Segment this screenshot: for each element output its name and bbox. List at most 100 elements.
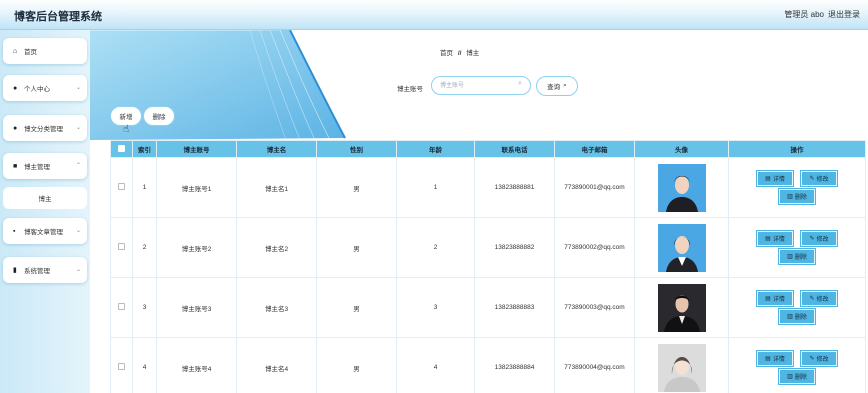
chevron-down-icon: ⌄ [75,267,81,273]
breadcrumb-current: 博主 [466,50,480,57]
top-bar: 博客后台管理系统 管理员 abo 退出登录 [0,0,868,30]
table-row: 2 博主账号2 博主名2 男 2 13823888882 773890002@q… [110,217,866,278]
row-checkbox[interactable] [110,157,133,218]
cell-account: 博主账号4 [156,337,237,393]
delete-label: 删除 [794,255,807,261]
current-user: 管理员 abo [784,10,824,19]
cell-age: 2 [396,217,475,278]
header-age: 年龄 [396,140,475,158]
logout-link[interactable]: 退出登录 [828,9,868,20]
edit-icon: ✎ [809,236,815,242]
edit-button[interactable]: ✎ 修改 [800,230,838,247]
delete-button[interactable]: ▥ 删除 [778,248,816,265]
header-account: 博主账号 [156,140,237,158]
cell-operations: ▤ 详情 ✎ 修改 ▥ 删除 [728,157,866,218]
sidebar-item-label: 博文分类管理 [24,126,63,133]
sidebar-item-personal-center[interactable]: ● 个人中心 ⌄ [3,75,87,101]
row-checkbox[interactable] [110,217,133,278]
sidebar-item-label: 系统管理 [24,268,50,275]
detail-label: 详情 [772,237,785,243]
query-button[interactable]: 查询 ⌕ [536,76,578,96]
mouse-cursor-icon: ☝ [123,124,130,135]
table-header-row: 索引 博主账号 博主名 性别 年龄 联系电话 电子邮箱 头像 操作 [110,140,866,158]
table-row: 4 博主账号4 博主名4 男 4 13823888884 773890004@q… [110,337,866,393]
breadcrumb-home[interactable]: 首页 [440,50,453,57]
cell-phone: 13823888884 [474,337,555,393]
sidebar-item-category-management[interactable]: ● 博文分类管理 ⌄ [3,115,87,141]
briefcase-icon: ■ [13,162,18,170]
header-avatar: 头像 [634,140,729,158]
detail-label: 详情 [772,177,785,183]
table-row: 3 博主账号3 博主名3 男 3 13823888883 773890003@q… [110,277,866,338]
delete-label: 删除 [794,315,807,321]
search-icon: ⌕ [518,80,522,87]
search-label: 博主账号 [397,86,423,93]
sidebar-subitem-blogger[interactable]: 博主 [3,187,87,209]
sidebar-item-blogger-management[interactable]: ■ 博主管理 ⌃ [3,153,87,179]
cell-email: 773890001@qq.com [554,157,635,218]
search-input[interactable] [431,76,531,95]
user-icon: ● [13,124,18,132]
cell-age: 1 [396,157,475,218]
row-checkbox[interactable] [110,337,133,393]
cell-avatar [634,277,729,338]
cell-avatar [634,157,729,218]
chevron-down-icon: ⌄ [75,125,81,131]
delete-label: 删除 [794,195,807,201]
delete-button[interactable]: ▥ 删除 [778,368,816,385]
trash-icon: ▥ [787,374,793,380]
header-operations: 操作 [728,140,866,158]
sidebar: ⌂ 首页 ● 个人中心 ⌄ ● 博文分类管理 ⌄ ■ 博主管理 ⌃ 博主 ▪ 博… [0,30,90,393]
edit-icon: ✎ [809,296,815,302]
cell-name: 博主名4 [236,337,317,393]
avatar [657,283,706,332]
cell-email: 773890003@qq.com [554,277,635,338]
edit-label: 修改 [816,357,829,363]
select-all-checkbox[interactable] [110,140,133,158]
avatar [657,223,706,272]
document-icon: ▤ [765,296,771,302]
header-phone: 联系电话 [474,140,555,158]
detail-button[interactable]: ▤ 详情 [756,290,794,307]
edit-label: 修改 [816,237,829,243]
delete-button[interactable]: ▥ 删除 [778,308,816,325]
edit-label: 修改 [816,297,829,303]
add-button[interactable]: 新增 [110,106,142,126]
document-icon: ▤ [765,236,771,242]
cell-phone: 13823888882 [474,217,555,278]
cell-index: 2 [132,217,157,278]
sidebar-item-label: 博客文章管理 [24,229,63,236]
cell-name: 博主名3 [236,277,317,338]
blogger-table: 索引 博主账号 博主名 性别 年龄 联系电话 电子邮箱 头像 操作 1 博主账号… [110,140,866,393]
edit-button[interactable]: ✎ 修改 [800,350,838,367]
cell-account: 博主账号2 [156,217,237,278]
sidebar-item-label: 博主管理 [24,164,50,171]
cell-index: 3 [132,277,157,338]
sidebar-item-home[interactable]: ⌂ 首页 [3,38,87,64]
delete-button[interactable]: ▥ 删除 [778,188,816,205]
header-email: 电子邮箱 [554,140,635,158]
edit-button[interactable]: ✎ 修改 [800,290,838,307]
batch-delete-button[interactable]: 删除 [143,106,175,126]
edit-button[interactable]: ✎ 修改 [800,170,838,187]
edit-icon: ✎ [809,176,815,182]
document-icon: ▤ [765,356,771,362]
trash-icon: ▥ [787,314,793,320]
detail-button[interactable]: ▤ 详情 [756,230,794,247]
chart-icon: ▮ [13,267,17,274]
table-row: 1 博主账号1 博主名1 男 1 13823888881 773890001@q… [110,157,866,218]
cell-phone: 13823888881 [474,157,555,218]
detail-button[interactable]: ▤ 详情 [756,170,794,187]
sidebar-item-system-management[interactable]: ▮ 系统管理 ⌄ [3,257,87,283]
sidebar-item-article-management[interactable]: ▪ 博客文章管理 ⌄ [3,218,87,244]
cell-avatar [634,337,729,393]
cell-phone: 13823888883 [474,277,555,338]
row-checkbox[interactable] [110,277,133,338]
cell-gender: 男 [316,217,397,278]
sidebar-item-label: 首页 [24,49,37,56]
cell-avatar [634,217,729,278]
document-icon: ▤ [765,176,771,182]
detail-button[interactable]: ▤ 详情 [756,350,794,367]
cell-account: 博主账号3 [156,277,237,338]
detail-label: 详情 [772,357,785,363]
